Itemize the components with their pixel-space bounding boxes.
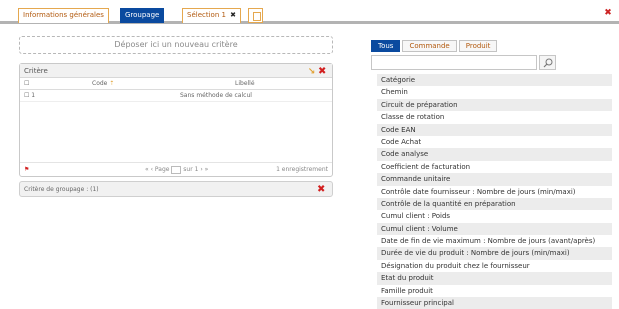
grouping-criterion-label: Critère de groupage : (1) <box>24 186 99 193</box>
tab-commande[interactable]: Commande <box>402 40 457 52</box>
new-tab-icon[interactable] <box>248 8 263 23</box>
list-item[interactable]: Coefficient de facturation <box>377 160 612 174</box>
search-icon <box>543 58 553 68</box>
field-list: Catégorie Chemin Circuit de préparation Cla… <box>377 74 612 309</box>
list-item[interactable]: Désignation du produit chez le fournisse… <box>377 259 612 273</box>
record-count: 1 enregistrement <box>276 166 328 173</box>
list-item[interactable]: Chemin <box>377 86 612 99</box>
page-input[interactable] <box>171 165 182 174</box>
list-item[interactable]: Catégorie <box>377 74 612 87</box>
drop-zone-text: Déposer ici un nouveau critère <box>114 40 238 49</box>
sort-arrow-icon: ⇡ <box>109 80 115 87</box>
list-item[interactable]: Contrôle de la quantité en préparation <box>377 197 612 211</box>
panel-header: Critère ↘ ✖ <box>20 64 332 78</box>
list-item[interactable]: Classe de rotation <box>377 111 612 124</box>
field-filter-tabs: Tous Commande Produit <box>371 40 499 53</box>
pager-nav: « ‹ Page sur 1 › » <box>145 163 208 177</box>
list-item[interactable]: Circuit de préparation <box>377 98 612 112</box>
tab-tous[interactable]: Tous <box>371 40 401 52</box>
list-item[interactable]: Date de fin de vie maximum : Nombre de j… <box>377 235 612 248</box>
tab-groupage[interactable]: Groupage <box>120 8 165 23</box>
prev-page-icon[interactable]: ‹ <box>151 166 153 173</box>
row-checkbox[interactable]: ☐ 1 <box>24 90 35 102</box>
page-label: Page <box>154 166 170 173</box>
next-page-icon[interactable]: › <box>200 166 202 173</box>
delete-icon[interactable]: ✖ <box>318 67 327 77</box>
tab-label: Sélection 1 <box>187 11 226 19</box>
column-libelle[interactable]: Libellé <box>235 78 255 90</box>
list-item[interactable]: Famille produit <box>377 284 612 298</box>
list-item[interactable]: Etat du produit <box>377 272 612 285</box>
row-libelle: Sans méthode de calcul <box>180 92 252 99</box>
list-item[interactable]: Durée de vie du produit : Nombre de jour… <box>377 247 612 260</box>
grid-header: ☐ Code ⇡ Libellé <box>20 78 332 90</box>
tab-label: Informations générales <box>23 11 104 19</box>
search-button[interactable] <box>539 55 556 70</box>
panel-title: Critère <box>24 67 48 75</box>
tab-produit[interactable]: Produit <box>458 40 498 52</box>
list-item[interactable]: Code analyse <box>377 148 612 161</box>
pager: ⚑ « ‹ Page sur 1 › » 1 enregistrement <box>20 162 332 176</box>
list-item[interactable]: Commande unitaire <box>377 173 612 186</box>
add-icon[interactable]: ↘ <box>308 68 316 77</box>
column-code[interactable]: Code ⇡ <box>92 78 114 90</box>
search-input[interactable] <box>371 55 537 70</box>
list-item[interactable]: Cumul client : Poids <box>377 210 612 223</box>
page-of-label: sur 1 <box>183 166 199 173</box>
select-all-checkbox[interactable]: ☐ <box>24 78 29 90</box>
first-page-icon[interactable]: « <box>145 166 149 173</box>
criterion-panel: Critère ↘ ✖ ☐ Code ⇡ Libellé ☐ 1 Sans mé… <box>19 63 333 177</box>
column-code-label: Code <box>92 80 108 87</box>
list-item[interactable]: Code Achat <box>377 135 612 149</box>
criterion-drop-zone[interactable]: Déposer ici un nouveau critère <box>19 36 333 54</box>
tab-label: Groupage <box>125 11 160 19</box>
grouping-criterion-bar[interactable]: Critère de groupage : (1) ✖ <box>19 181 333 197</box>
list-item[interactable]: Contrôle date fournisseur : Nombre de jo… <box>377 185 612 198</box>
tab-informations-generales[interactable]: Informations générales <box>18 8 109 23</box>
list-item[interactable]: Fournisseur principal <box>377 297 612 309</box>
close-icon[interactable]: ✖ <box>230 11 236 19</box>
delete-icon[interactable]: ✖ <box>317 185 326 195</box>
close-window-icon[interactable]: ✖ <box>603 8 613 18</box>
warning-icon: ⚑ <box>24 166 30 173</box>
tab-selection-1[interactable]: Sélection 1 ✖ <box>182 8 242 23</box>
last-page-icon[interactable]: » <box>205 166 209 173</box>
top-tab-bar: Informations générales Groupage Sélectio… <box>0 0 619 24</box>
list-item[interactable]: Cumul client : Volume <box>377 222 612 236</box>
table-row[interactable]: ☐ 1 Sans méthode de calcul <box>20 90 332 102</box>
list-item[interactable]: Code EAN <box>377 123 612 136</box>
